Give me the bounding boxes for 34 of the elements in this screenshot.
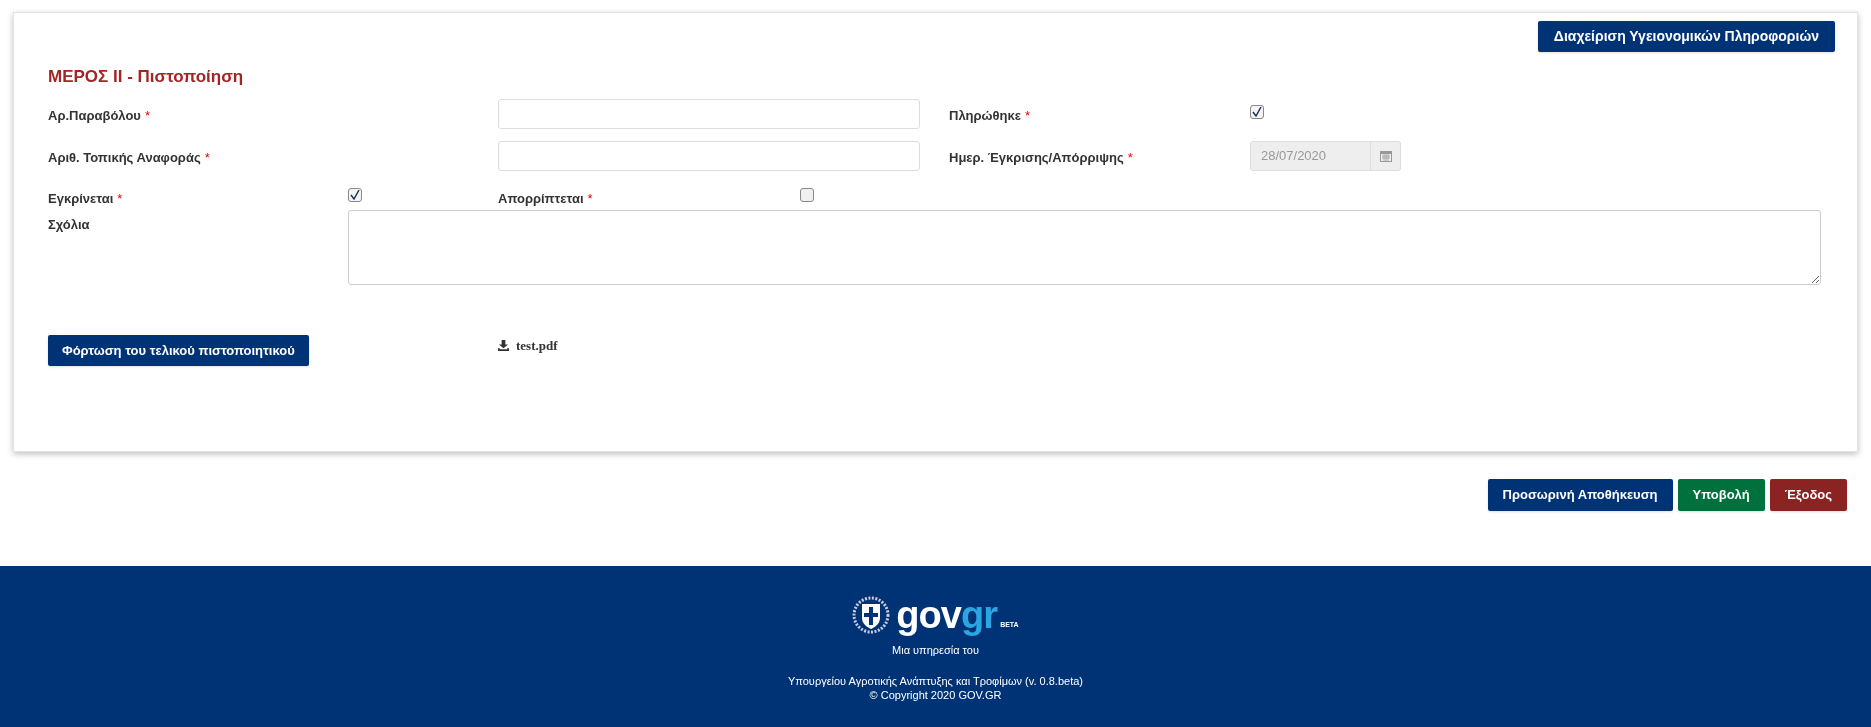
footer-tagline: Μια υπηρεσία του (892, 643, 979, 658)
section-title: ΜΕΡΟΣ II - Πιστοποίηση (48, 66, 245, 88)
field-label: Αρ.Παραβόλου (48, 108, 141, 123)
field-label: Ημερ. Έγκρισης/Απόρριψης (949, 150, 1124, 165)
field-label: Απορρίπτεται (498, 191, 584, 206)
footer-ministry: Υπουργείου Αγροτικής Ανάπτυξης και Τροφίμων (v. 0.8.beta) (788, 673, 1083, 688)
health-info-button[interactable]: Διαχείριση Υγειονομικών Πληροφοριών (1537, 21, 1835, 52)
attachment-link[interactable]: test.pdf (516, 335, 558, 356)
calendar-icon (1379, 150, 1392, 162)
logo-text: gr (961, 596, 998, 634)
footer-copyright: © Copyright 2020 GOV.GR (869, 687, 1002, 702)
required-mark: * (144, 108, 150, 123)
text-field[interactable] (498, 141, 920, 171)
upload-button[interactable]: Φόρτωση του τελικού πιστοποιητικού (48, 335, 309, 366)
field-label: Αριθ. Τοπικής Αναφοράς (48, 150, 201, 165)
logo-text: gov (896, 596, 962, 634)
field-label: Σχόλια (48, 217, 90, 232)
required-mark: * (1025, 108, 1031, 123)
required-mark: * (204, 150, 210, 165)
checkbox[interactable] (1250, 105, 1264, 119)
field-label: Πληρώθηκε (949, 108, 1021, 123)
field-label: Εγκρίνεται (48, 191, 114, 206)
text-field[interactable] (498, 99, 920, 129)
emblem-icon (852, 595, 891, 635)
submit-button[interactable]: Υποβολή (1677, 479, 1765, 511)
comments-field[interactable] (348, 210, 1821, 285)
checkbox[interactable] (800, 188, 814, 202)
exit-button[interactable]: Έξοδος (1769, 479, 1847, 511)
required-mark: * (1127, 150, 1133, 165)
required-mark: * (587, 191, 593, 206)
download-icon (498, 340, 509, 351)
required-mark: * (117, 191, 123, 206)
checkbox[interactable] (348, 188, 362, 202)
save-draft-button[interactable]: Προσωρινή Αποθήκευση (1487, 479, 1673, 511)
